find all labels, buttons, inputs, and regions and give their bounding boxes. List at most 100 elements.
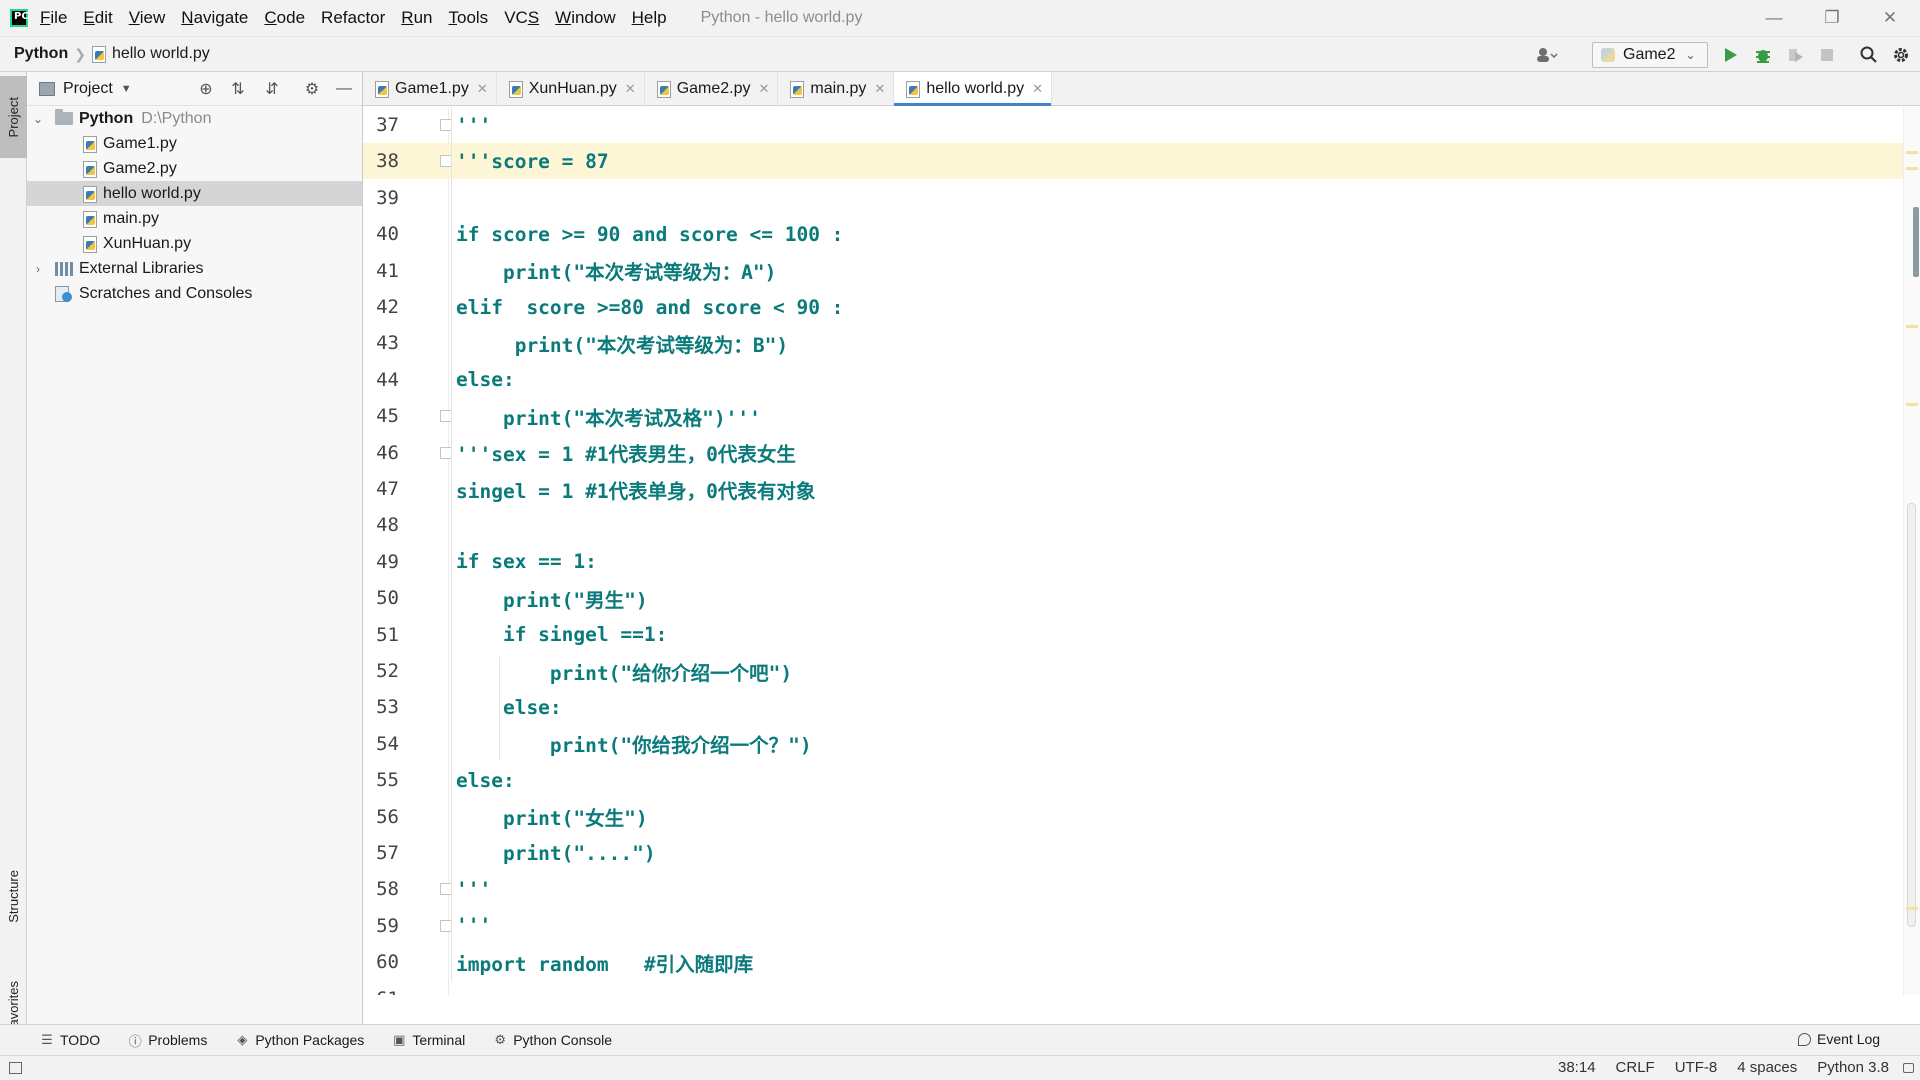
collapse-all-icon[interactable]: ⇵ xyxy=(263,80,281,98)
tree-file-item[interactable]: Game1.py xyxy=(27,131,362,156)
code-line[interactable]: 51 if singel ==1: xyxy=(363,617,1903,653)
menu-item[interactable]: Run xyxy=(401,8,432,28)
error-stripe-marker[interactable] xyxy=(1913,207,1919,277)
warning-stripe-mark[interactable] xyxy=(1906,167,1918,170)
code-line[interactable]: 40 if score >= 90 and score <= 100 : xyxy=(363,216,1903,252)
code-line[interactable]: 37 ''' xyxy=(363,107,1903,143)
tree-scratches-consoles[interactable]: Scratches and Consoles xyxy=(27,281,362,306)
project-view-select[interactable]: Project xyxy=(63,80,113,98)
close-tab-icon[interactable]: ✕ xyxy=(477,81,488,97)
code-line[interactable]: 43 print("本次考试等级为：B") xyxy=(363,325,1903,361)
toggle-tool-windows-icon[interactable] xyxy=(9,1062,22,1074)
menu-item[interactable]: VCS xyxy=(504,8,539,28)
code-line[interactable]: 52 print("给你介绍一个吧") xyxy=(363,653,1903,689)
code-editor[interactable]: 37 ''' 38 '''score = 87 39 40 if score >= 90 a… xyxy=(363,107,1920,995)
close-window-icon[interactable]: ✕ xyxy=(1862,0,1918,36)
chevron-right-icon[interactable]: › xyxy=(31,262,45,276)
editor-tab[interactable]: Game1.py ✕ xyxy=(363,72,497,105)
tool-window-button[interactable]: ⓘ Problems xyxy=(128,1032,208,1049)
warning-stripe-mark[interactable] xyxy=(1906,325,1918,328)
code-line[interactable]: 39 xyxy=(363,180,1903,216)
tree-file-item[interactable]: XunHuan.py xyxy=(27,231,362,256)
vertical-scrollbar[interactable] xyxy=(1903,107,1920,995)
code-line[interactable]: 49 if sex == 1: xyxy=(363,544,1903,580)
code-line[interactable]: 42 elif score >=80 and score < 90 : xyxy=(363,289,1903,325)
lock-icon[interactable] xyxy=(1902,1062,1914,1073)
code-line[interactable]: 55 else: xyxy=(363,762,1903,798)
project-tool-tab[interactable]: Project xyxy=(0,76,27,158)
code-line[interactable]: 61x = random.randint(0,100) xyxy=(363,981,1903,995)
warning-stripe-mark[interactable] xyxy=(1906,403,1918,406)
tool-window-button[interactable]: ⚙ Python Console xyxy=(493,1032,612,1048)
menu-item[interactable]: Tools xyxy=(449,8,489,28)
code-line[interactable]: 60 import random #引入随即库 xyxy=(363,944,1903,980)
restore-icon[interactable]: ❐ xyxy=(1804,0,1860,36)
code-line[interactable]: 38 '''score = 87 xyxy=(363,143,1903,180)
search-icon[interactable] xyxy=(1858,44,1880,66)
panel-settings-gear-icon[interactable]: ⚙ xyxy=(303,80,321,98)
code-line[interactable]: 41 print("本次考试等级为：A") xyxy=(363,253,1903,289)
code-line[interactable]: 54 print("你给我介绍一个？") xyxy=(363,726,1903,762)
close-tab-icon[interactable]: ✕ xyxy=(1032,81,1043,97)
debug-icon[interactable] xyxy=(1752,44,1774,66)
settings-gear-icon[interactable] xyxy=(1890,44,1912,66)
menu-item[interactable]: File xyxy=(40,8,67,28)
expand-all-icon[interactable]: ⇅ xyxy=(229,80,247,98)
scrollbar-thumb[interactable] xyxy=(1907,503,1916,927)
menu-item[interactable]: Window xyxy=(555,8,615,28)
code-line[interactable]: 46 '''sex = 1 #1代表男生，0代表女生 xyxy=(363,435,1903,471)
tree-external-libraries[interactable]: › External Libraries xyxy=(27,256,362,281)
close-tab-icon[interactable]: ✕ xyxy=(874,81,885,97)
code-line[interactable]: 57 print("....") xyxy=(363,835,1903,871)
breadcrumb-file[interactable]: hello world.py xyxy=(112,45,210,63)
event-log-button[interactable]: Event Log xyxy=(1798,1031,1880,1047)
editor-tab[interactable]: main.py ✕ xyxy=(778,72,895,105)
tool-window-button[interactable]: ☰ TODO xyxy=(40,1032,100,1048)
menu-item[interactable]: Refactor xyxy=(321,8,385,28)
run-configuration-select[interactable]: Game2 ⌄ xyxy=(1592,42,1708,68)
run-with-coverage-icon[interactable] xyxy=(1784,44,1806,66)
code-line[interactable]: 53 else: xyxy=(363,689,1903,725)
file-encoding[interactable]: UTF-8 xyxy=(1675,1059,1718,1076)
close-tab-icon[interactable]: ✕ xyxy=(625,81,636,97)
vcs-user-icon[interactable] xyxy=(1536,44,1558,66)
tree-file-item[interactable]: main.py xyxy=(27,206,362,231)
tool-window-button[interactable]: ▣ Terminal xyxy=(392,1032,465,1048)
code-line[interactable]: 59 ''' xyxy=(363,908,1903,944)
code-line[interactable]: 56 print("女生") xyxy=(363,799,1903,835)
indent-setting[interactable]: 4 spaces xyxy=(1737,1059,1797,1076)
tree-file-item[interactable]: Game2.py xyxy=(27,156,362,181)
menu-item[interactable]: View xyxy=(129,8,166,28)
code-line[interactable]: 47 singel = 1 #1代表单身，0代表有对象 xyxy=(363,471,1903,507)
close-tab-icon[interactable]: ✕ xyxy=(759,81,770,97)
editor-tab[interactable]: hello world.py ✕ xyxy=(894,72,1053,106)
code-line[interactable]: 50 print("男生") xyxy=(363,580,1903,616)
stop-icon[interactable] xyxy=(1816,44,1838,66)
code-line[interactable]: 44 else: xyxy=(363,362,1903,398)
menu-item[interactable]: Help xyxy=(632,8,667,28)
warning-stripe-mark[interactable] xyxy=(1906,907,1918,910)
caret-position[interactable]: 38:14 xyxy=(1558,1059,1596,1076)
menu-item[interactable]: Code xyxy=(264,8,305,28)
tree-file-item[interactable]: hello world.py xyxy=(27,181,362,206)
editor-tab[interactable]: Game2.py ✕ xyxy=(645,72,779,105)
code-line[interactable]: 48 xyxy=(363,507,1903,543)
menu-item[interactable]: Edit xyxy=(83,8,112,28)
tool-window-button[interactable]: ◈ Python Packages xyxy=(235,1032,364,1048)
hide-panel-icon[interactable]: — xyxy=(335,80,353,98)
code-line[interactable]: 45 print("本次考试及格")''' xyxy=(363,398,1903,434)
python-interpreter[interactable]: Python 3.8 xyxy=(1817,1059,1889,1076)
locate-target-icon[interactable]: ⊕ xyxy=(197,80,215,98)
tree-root-python[interactable]: ⌄ Python D:\Python xyxy=(27,106,362,131)
chevron-down-icon[interactable]: ⌄ xyxy=(31,112,45,126)
editor-tab[interactable]: XunHuan.py ✕ xyxy=(497,72,645,105)
tool-window-label: Terminal xyxy=(412,1032,466,1048)
chevron-down-icon[interactable]: ▼ xyxy=(121,83,132,95)
warning-stripe-mark[interactable] xyxy=(1906,151,1918,154)
breadcrumb-project[interactable]: Python xyxy=(14,45,68,63)
line-separator[interactable]: CRLF xyxy=(1616,1059,1655,1076)
menu-item[interactable]: Navigate xyxy=(181,8,248,28)
run-icon[interactable] xyxy=(1720,44,1742,66)
minimize-icon[interactable]: — xyxy=(1746,0,1802,36)
code-line[interactable]: 58 ''' xyxy=(363,871,1903,907)
